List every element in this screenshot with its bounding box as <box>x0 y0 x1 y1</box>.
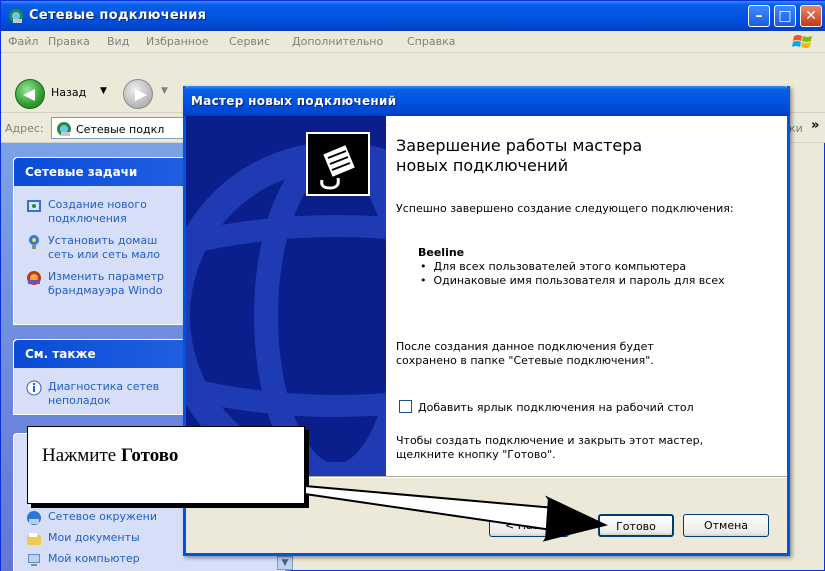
info-icon <box>26 380 42 396</box>
saved-note-line2: сохранено в папке "Сетевые подключения". <box>396 354 654 367</box>
new-connection-icon <box>27 200 41 212</box>
network-tasks-title: Сетевые задачи <box>25 165 138 179</box>
menu-file[interactable]: Файл <box>8 35 38 48</box>
menu-favorites[interactable]: Избранное <box>146 35 208 48</box>
menu-help[interactable]: Справка <box>407 35 455 48</box>
minimize-icon: – <box>755 8 763 24</box>
close-button[interactable]: ✕ <box>800 5 822 27</box>
add-shortcut-checkbox[interactable] <box>399 400 412 413</box>
back-label[interactable]: Назад <box>51 86 86 99</box>
network-connections-icon <box>57 122 71 136</box>
my-computer-icon <box>28 554 40 566</box>
finish-note-line2: щелкните кнопку "Готово". <box>396 448 556 461</box>
instruction-callout: Нажмите Готово <box>27 426 305 504</box>
add-shortcut-label[interactable]: Добавить ярлык подключения на рабочий ст… <box>418 401 694 414</box>
connection-name: Beeline <box>418 246 465 259</box>
firewall-icon <box>27 271 41 285</box>
back-button[interactable] <box>15 79 45 109</box>
chevron-right-icon[interactable]: » <box>811 118 819 133</box>
menu-edit[interactable]: Правка <box>48 35 90 48</box>
minimize-button[interactable]: – <box>748 5 770 27</box>
menu-advanced[interactable]: Дополнительно <box>292 35 383 48</box>
bullet-item: • Одинаковые имя пользователя и пароль д… <box>420 274 725 287</box>
menu-tools[interactable]: Сервис <box>229 35 270 48</box>
task-home-line1: Установить домаш <box>48 234 158 247</box>
wizard-content: Завершение работы мастера новых подключе… <box>386 116 787 476</box>
task-firewall-line1: Изменить параметр <box>48 270 164 283</box>
place-documents-label: Мои документы <box>48 531 140 544</box>
address-value: Сетевые подкл <box>76 123 165 136</box>
task-firewall-line2: брандмауэра Windo <box>48 284 163 297</box>
links-label-fragment: ки <box>789 122 803 135</box>
cancel-button[interactable]: Отмена <box>683 514 769 537</box>
see-also-line1: Диагностика сетев <box>48 380 160 393</box>
explorer-title: Сетевые подключения <box>29 8 207 23</box>
task-create-line2: подключения <box>48 212 127 225</box>
forward-button[interactable] <box>123 79 153 109</box>
bullet-item: • Для всех пользователей этого компьютер… <box>420 260 687 273</box>
wizard-title-bar[interactable]: Мастер новых подключений <box>183 86 790 116</box>
finish-note-line1: Чтобы создать подключение и закрыть этот… <box>396 434 704 447</box>
connection-wizard-icon <box>306 132 370 196</box>
callout-bold: Готово <box>120 445 179 466</box>
scroll-down-button[interactable]: ▼ <box>277 556 293 570</box>
address-field[interactable]: Сетевые подкл <box>51 117 201 139</box>
menu-view[interactable]: Вид <box>107 35 129 48</box>
wizard-intro: Успешно завершено создание следующего по… <box>396 202 734 215</box>
callout-prefix: Нажмите <box>42 445 121 466</box>
forward-dropdown-icon[interactable]: ▼ <box>161 86 168 96</box>
chevron-down-icon: ▼ <box>281 558 289 568</box>
menu-bar: Файл Правка Вид Избранное Сервис Дополни… <box>1 31 825 53</box>
callout-text: Нажмите Готово <box>42 445 178 467</box>
windows-logo-icon <box>792 35 812 48</box>
wizard-title: Мастер новых подключений <box>191 94 397 108</box>
back-wizard-button[interactable]: < Назад <box>489 514 569 537</box>
see-also-title: См. также <box>25 347 96 361</box>
my-documents-icon <box>27 533 41 545</box>
task-create-line1: Создание нового <box>48 198 147 211</box>
see-also-line2: неполадок <box>48 394 111 407</box>
bullet-text-2: Одинаковые имя пользователя и пароль для… <box>433 274 725 287</box>
network-places-icon <box>27 511 41 525</box>
address-label: Адрес: <box>5 122 44 135</box>
wizard-finish-note: Чтобы создать подключение и закрыть этот… <box>396 434 786 462</box>
home-network-icon <box>29 235 39 249</box>
network-connections-icon <box>9 9 23 23</box>
wizard-heading: Завершение работы мастера новых подключе… <box>396 136 776 176</box>
wizard-side-banner <box>186 116 386 476</box>
saved-note-line1: После создания данное подключения будет <box>396 340 654 353</box>
bullet-text-1: Для всех пользователей этого компьютера <box>433 260 687 273</box>
maximize-icon: □ <box>778 8 792 24</box>
wizard-saved-note: После создания данное подключения будет … <box>396 340 786 368</box>
back-dropdown-icon[interactable]: ▼ <box>100 86 107 96</box>
wizard-heading-line2: новых подключений <box>396 156 569 175</box>
maximize-button[interactable]: □ <box>774 5 796 27</box>
place-computer-label: Мой компьютер <box>48 552 140 565</box>
wizard-heading-line1: Завершение работы мастера <box>396 136 643 155</box>
task-home-line2: сеть или сеть мало <box>48 248 161 261</box>
close-icon: ✕ <box>805 8 817 24</box>
explorer-title-bar[interactable]: Сетевые подключения – □ ✕ <box>1 1 825 31</box>
finish-button[interactable]: Готово <box>598 514 674 537</box>
place-network-label: Сетевое окружени <box>48 510 157 523</box>
